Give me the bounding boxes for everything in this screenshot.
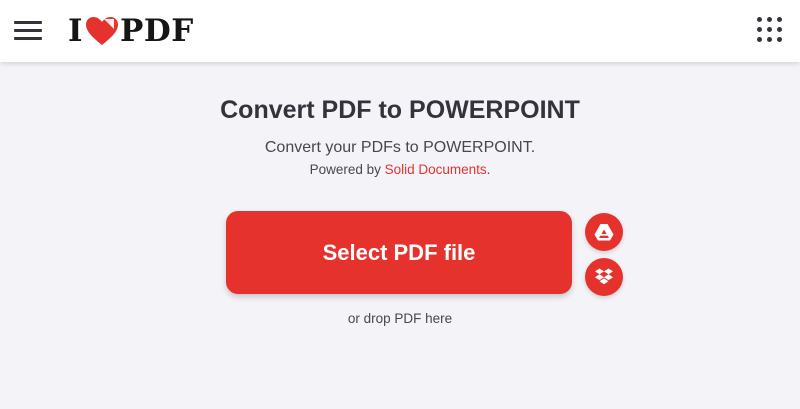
- powered-by-line: Powered by Solid Documents.: [0, 162, 800, 177]
- logo-text-pdf: PDF: [120, 13, 194, 49]
- hamburger-menu-icon[interactable]: [14, 19, 42, 41]
- grid-apps-icon[interactable]: [757, 17, 783, 43]
- main-content: Convert PDF to POWERPOINT Convert your P…: [0, 62, 800, 409]
- top-header: I PDF: [0, 0, 800, 62]
- heart-logo-icon: [86, 17, 119, 45]
- ilovepdf-logo[interactable]: I PDF: [68, 13, 194, 49]
- page-subtitle: Convert your PDFs to POWERPOINT.: [264, 139, 536, 156]
- solid-documents-link[interactable]: Solid Documents: [385, 162, 487, 177]
- page-title: Convert PDF to POWERPOINT: [220, 96, 580, 124]
- dropbox-icon: [595, 268, 613, 284]
- powered-by-suffix: .: [486, 162, 491, 177]
- google-drive-button[interactable]: [585, 213, 623, 251]
- powered-by-prefix: Powered by: [309, 162, 385, 177]
- google-drive-icon: [594, 224, 614, 241]
- drop-pdf-hint: or drop PDF here: [347, 311, 453, 326]
- select-pdf-file-button[interactable]: Select PDF file: [226, 211, 572, 294]
- logo-letter-i: I: [68, 13, 84, 49]
- dropbox-button[interactable]: [585, 258, 623, 296]
